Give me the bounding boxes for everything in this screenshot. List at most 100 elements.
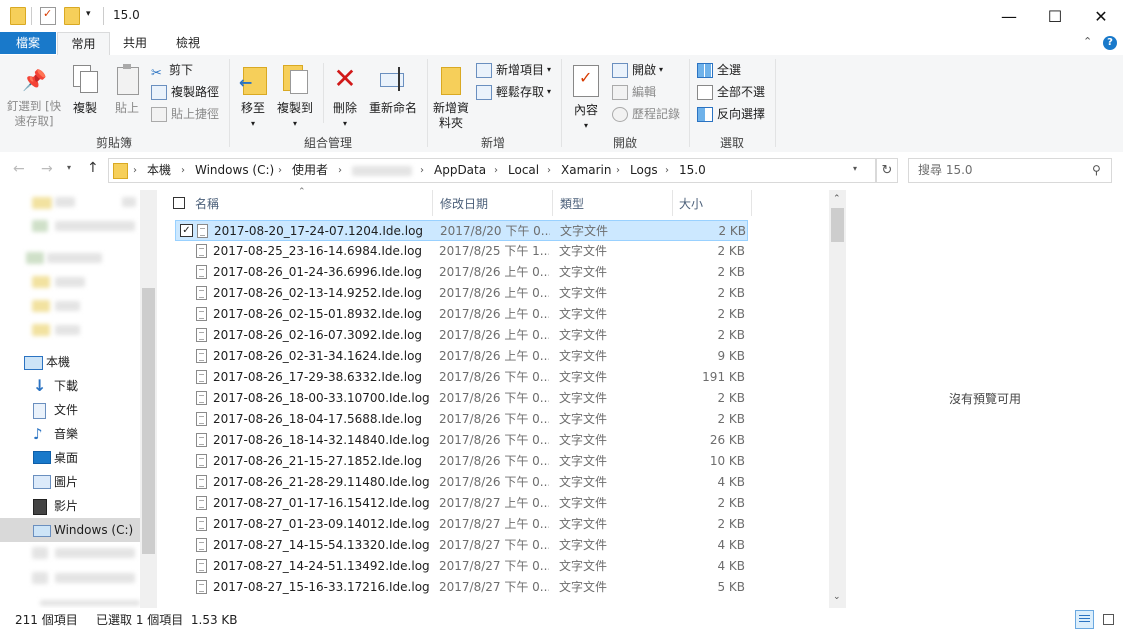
copy-path-button[interactable]: 複製路徑 (151, 82, 219, 102)
navigation-bar: ← → ▾ ↑ › 本機 › Windows (C:) › 使用者 › › Ap… (0, 152, 1123, 190)
new-folder-quick-icon[interactable] (64, 7, 80, 25)
file-row[interactable]: 2017-08-26_21-15-27.1852.Ide.log 2017/8/2… (175, 451, 748, 472)
breadcrumb-this-pc[interactable]: 本機 (147, 159, 171, 182)
nav-item-downloads[interactable]: ↓ 下載 (0, 374, 140, 398)
details-view-icon[interactable] (1075, 610, 1094, 629)
file-row[interactable]: 2017-08-26_02-13-14.9252.Ide.log 2017/8/2… (175, 283, 748, 304)
nav-pane-scroll-thumb[interactable] (142, 288, 155, 554)
file-list-scroll-thumb[interactable] (831, 208, 844, 242)
forward-arrow-icon[interactable]: → (41, 161, 53, 177)
breadcrumb-windows-c[interactable]: Windows (C:) (195, 159, 274, 182)
history-button[interactable]: 歷程記錄 (612, 104, 680, 124)
address-dropdown-icon[interactable]: ▾ (853, 164, 857, 173)
nav-item-windows-c[interactable]: Windows (C:) (0, 518, 140, 542)
breadcrumb-local[interactable]: Local (508, 159, 539, 182)
easy-access-button[interactable]: 輕鬆存取 ▾ (476, 82, 551, 102)
select-none-button[interactable]: 全部不選 (697, 82, 765, 102)
large-icons-view-icon[interactable] (1099, 610, 1118, 629)
new-folder-button[interactable]: 新增資料夾 (430, 63, 472, 131)
new-item-button[interactable]: 新增項目 ▾ (476, 60, 551, 80)
nav-pane-scrollbar[interactable] (140, 190, 157, 608)
file-row[interactable]: 2017-08-25_23-16-14.6984.Ide.log 2017/8/2… (175, 241, 748, 262)
properties-quick-icon[interactable]: ✓ (40, 7, 56, 25)
breadcrumb-users[interactable]: 使用者 (292, 159, 328, 182)
file-row[interactable]: 2017-08-27_15-16-33.17216.Ide.log 2017/8/… (175, 577, 748, 598)
close-button[interactable]: ✕ (1078, 0, 1123, 32)
title-bar: ✓ ▾ 15.0 — ☐ ✕ (0, 0, 1123, 32)
file-row[interactable]: 2017-08-27_14-15-54.13320.Ide.log 2017/8/… (175, 535, 748, 556)
scroll-down-arrow-icon[interactable]: ⌄ (833, 592, 841, 602)
nav-item-desktop[interactable]: 桌面 (0, 446, 140, 470)
file-row[interactable]: 2017-08-27_14-24-51.13492.Ide.log 2017/8/… (175, 556, 748, 577)
refresh-icon[interactable]: ↻ (876, 158, 898, 183)
tab-home[interactable]: 常用 (57, 32, 110, 56)
help-icon[interactable]: ? (1103, 36, 1117, 50)
file-row[interactable]: 2017-08-27_01-17-16.15412.Ide.log 2017/8/… (175, 493, 748, 514)
status-selection: 已選取 1 個項目 1.53 KB (96, 613, 238, 627)
group-label-new: 新增 (480, 136, 505, 150)
tab-share[interactable]: 共用 (112, 32, 158, 54)
paste-shortcut-button[interactable]: 貼上捷徑 (151, 104, 219, 124)
delete-button[interactable]: ✕ 刪除 ▾ (330, 63, 360, 131)
file-row[interactable]: ✓ 2017-08-20_17-24-07.1204.Ide.log 2017/8/… (175, 220, 748, 241)
file-row[interactable]: 2017-08-26_02-31-34.1624.Ide.log 2017/8/2… (175, 346, 748, 367)
rename-button[interactable]: 重新命名 (366, 63, 420, 116)
copy-path-icon (151, 84, 167, 100)
tab-view[interactable]: 檢視 (164, 32, 212, 54)
cut-button[interactable]: ✂ 剪下 (151, 60, 193, 81)
file-row[interactable]: 2017-08-26_02-16-07.3092.Ide.log 2017/8/2… (175, 325, 748, 346)
recent-locations-icon[interactable]: ▾ (67, 163, 71, 172)
file-row[interactable]: 2017-08-26_17-29-38.6332.Ide.log 2017/8/2… (175, 367, 748, 388)
file-row[interactable]: 2017-08-26_01-24-36.6996.Ide.log 2017/8/2… (175, 262, 748, 283)
file-row[interactable]: 2017-08-26_18-04-17.5688.Ide.log 2017/8/2… (175, 409, 748, 430)
paste-button[interactable]: 貼上 (108, 63, 146, 116)
file-size: 191 KB (702, 370, 745, 384)
open-button[interactable]: 開啟 ▾ (612, 60, 663, 80)
collapse-ribbon-icon[interactable]: ⌃ (1083, 35, 1092, 48)
nav-item-this-pc[interactable]: 本機 (0, 350, 140, 374)
breadcrumb-xamarin[interactable]: Xamarin (561, 159, 612, 182)
select-all-button[interactable]: 全選 (697, 60, 741, 80)
file-row[interactable]: 2017-08-26_02-15-01.8932.Ide.log 2017/8/2… (175, 304, 748, 325)
copy-to-button[interactable]: 複製到 ▾ (275, 63, 315, 131)
file-list-scrollbar[interactable]: ⌃ ⌄ (829, 190, 846, 608)
move-to-button[interactable]: ← 移至 ▾ (235, 63, 271, 131)
row-checkbox[interactable]: ✓ (180, 224, 193, 237)
nav-item-pictures[interactable]: 圖片 (0, 470, 140, 494)
minimize-button[interactable]: — (986, 0, 1032, 32)
file-type: 文字文件 (559, 307, 608, 321)
nav-item-documents[interactable]: 文件 (0, 398, 140, 422)
up-arrow-icon[interactable]: ↑ (87, 160, 99, 176)
file-row[interactable]: 2017-08-26_18-00-33.10700.Ide.log 2017/8/… (175, 388, 748, 409)
column-header-name[interactable]: 名稱 (195, 192, 219, 216)
nav-item-videos[interactable]: 影片 (0, 494, 140, 518)
file-type: 文字文件 (559, 349, 608, 363)
breadcrumb-logs[interactable]: Logs (630, 159, 658, 182)
text-file-icon (196, 496, 207, 510)
column-header-size[interactable]: 大小 (679, 192, 703, 216)
search-box[interactable]: 搜尋 15.0 ⚲ (908, 158, 1112, 183)
file-row[interactable]: 2017-08-27_01-23-09.14012.Ide.log 2017/8/… (175, 514, 748, 535)
select-all-checkbox[interactable] (173, 197, 185, 209)
quick-access-dropdown-icon[interactable]: ▾ (86, 9, 91, 19)
column-header-type[interactable]: 類型 (560, 192, 584, 216)
nav-item-music[interactable]: ♪ 音樂 (0, 422, 140, 446)
column-header-date[interactable]: 修改日期 (440, 192, 488, 216)
invert-selection-button[interactable]: 反向選擇 (697, 104, 765, 124)
copy-button[interactable]: 複製 (66, 63, 104, 116)
file-name: 2017-08-27_15-16-33.17216.Ide.log (213, 580, 430, 594)
breadcrumb-15-0[interactable]: 15.0 (679, 159, 706, 182)
address-bar[interactable]: › 本機 › Windows (C:) › 使用者 › › AppData › … (108, 158, 876, 183)
edit-button[interactable]: 編輯 (612, 82, 656, 102)
pin-quick-access-button[interactable]: 📌 釘選到 [快速存取] (6, 63, 62, 129)
file-row-partial[interactable] (175, 598, 748, 604)
back-arrow-icon[interactable]: ← (13, 161, 25, 177)
scroll-up-arrow-icon[interactable]: ⌃ (833, 194, 841, 204)
file-row[interactable]: 2017-08-26_21-28-29.11480.Ide.log 2017/8/… (175, 472, 748, 493)
breadcrumb-username-redacted[interactable] (352, 166, 412, 176)
maximize-button[interactable]: ☐ (1032, 0, 1078, 32)
tab-file[interactable]: 檔案 (0, 32, 56, 54)
properties-button[interactable]: ✓ 內容 ▾ (568, 63, 604, 133)
breadcrumb-appdata[interactable]: AppData (434, 159, 486, 182)
file-row[interactable]: 2017-08-26_18-14-32.14840.Ide.log 2017/8/… (175, 430, 748, 451)
